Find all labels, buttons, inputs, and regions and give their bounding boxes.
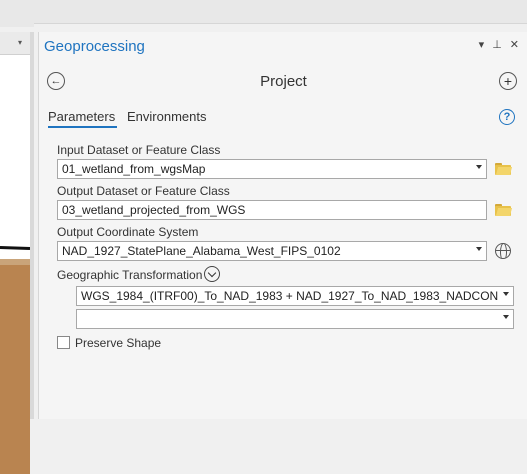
ribbon-gap [34, 24, 527, 32]
geo-transform-value: WGS_1984_(ITRF00)_To_NAD_1983 + NAD_1927… [81, 289, 499, 303]
map-view[interactable] [0, 55, 31, 474]
tab-environments[interactable]: Environments [127, 109, 206, 124]
tab-parameters[interactable]: Parameters [48, 109, 115, 124]
add-to-favorites-button[interactable]: + [499, 72, 517, 90]
plus-icon: + [503, 73, 513, 89]
folder-browse-icon[interactable] [495, 204, 513, 216]
pane-title: Geoprocessing [44, 38, 145, 55]
preserve-shape-checkbox[interactable] [57, 336, 70, 349]
geoprocessing-pane: Geoprocessing ▾ ⊥ ✕ ← Project + Paramete… [38, 32, 527, 419]
pane-controls: ▾ ⊥ ✕ [479, 38, 519, 51]
preserve-shape-label: Preserve Shape [75, 336, 162, 350]
output-dataset-label: Output Dataset or Feature Class [57, 184, 230, 198]
coord-system-value: NAD_1927_StatePlane_Alabama_West_FIPS_01… [62, 244, 341, 258]
map-top-strip [0, 0, 34, 27]
chevron-down-icon [503, 292, 509, 296]
coord-system-label: Output Coordinate System [57, 225, 199, 239]
output-dataset-input[interactable]: 03_wetland_projected_from_WGS [57, 200, 487, 220]
pane-splitter[interactable] [30, 32, 34, 419]
output-dataset-value: 03_wetland_projected_from_WGS [62, 203, 246, 217]
chevron-down-icon [476, 247, 482, 251]
geo-transform-select[interactable]: WGS_1984_(ITRF00)_To_NAD_1983 + NAD_1927… [76, 286, 514, 306]
map-header [0, 32, 34, 55]
pane-menu-icon[interactable]: ▾ [479, 38, 485, 51]
globe-icon[interactable] [495, 243, 511, 259]
chevron-down-icon [476, 165, 482, 169]
map-feature-line [0, 246, 31, 251]
chevron-down-icon [503, 315, 509, 319]
close-icon[interactable]: ✕ [510, 38, 519, 51]
geo-transform-label: Geographic Transformation [57, 268, 203, 282]
input-dataset-label: Input Dataset or Feature Class [57, 143, 221, 157]
folder-browse-icon[interactable] [495, 163, 513, 175]
tool-title: Project [260, 73, 307, 90]
input-dataset-value: 01_wetland_from_wgsMap [62, 162, 206, 176]
map-collapse-icon[interactable]: ▾ [18, 38, 22, 47]
input-dataset-select[interactable]: 01_wetland_from_wgsMap [57, 159, 487, 179]
ribbon-strip [34, 0, 527, 24]
active-tab-indicator [48, 126, 117, 128]
geo-transform-select-2[interactable] [76, 309, 514, 329]
coord-system-select[interactable]: NAD_1927_StatePlane_Alabama_West_FIPS_01… [57, 241, 487, 261]
expand-chevron-icon[interactable] [204, 266, 220, 282]
help-icon[interactable]: ? [499, 109, 515, 125]
pin-icon[interactable]: ⊥ [492, 38, 502, 51]
map-land-area [0, 265, 30, 474]
